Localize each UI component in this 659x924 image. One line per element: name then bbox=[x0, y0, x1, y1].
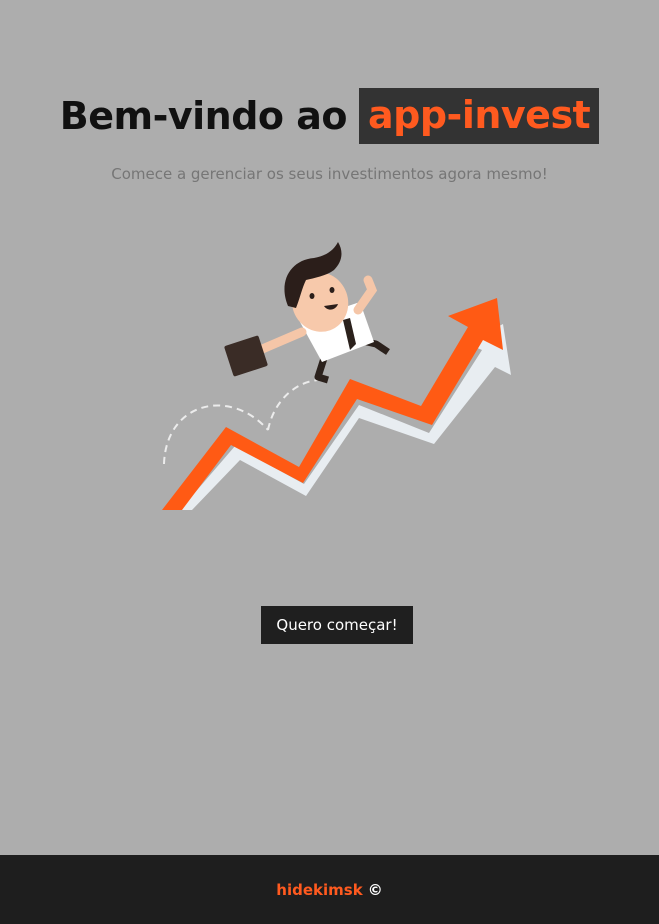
businessman-growth-chart-illustration bbox=[162, 242, 511, 510]
jump-trail bbox=[267, 379, 319, 431]
businessman-arm bbox=[353, 275, 378, 315]
briefcase bbox=[224, 335, 268, 377]
businessman-eye bbox=[309, 293, 315, 299]
start-button[interactable]: Quero começar! bbox=[261, 606, 413, 644]
copyright-symbol: © bbox=[367, 880, 383, 899]
title-prefix: Bem-vindo ao bbox=[59, 94, 348, 138]
page-title: Bem-vindo ao app-invest bbox=[0, 88, 659, 144]
footer: hidekimsk © bbox=[0, 855, 659, 924]
businessman-eye bbox=[329, 287, 335, 293]
brand-name: app-invest bbox=[359, 88, 600, 144]
subtitle: Comece a gerenciar os seus investimentos… bbox=[111, 165, 548, 183]
footer-author: hidekimsk bbox=[276, 880, 363, 899]
businessman-arm bbox=[255, 327, 307, 355]
